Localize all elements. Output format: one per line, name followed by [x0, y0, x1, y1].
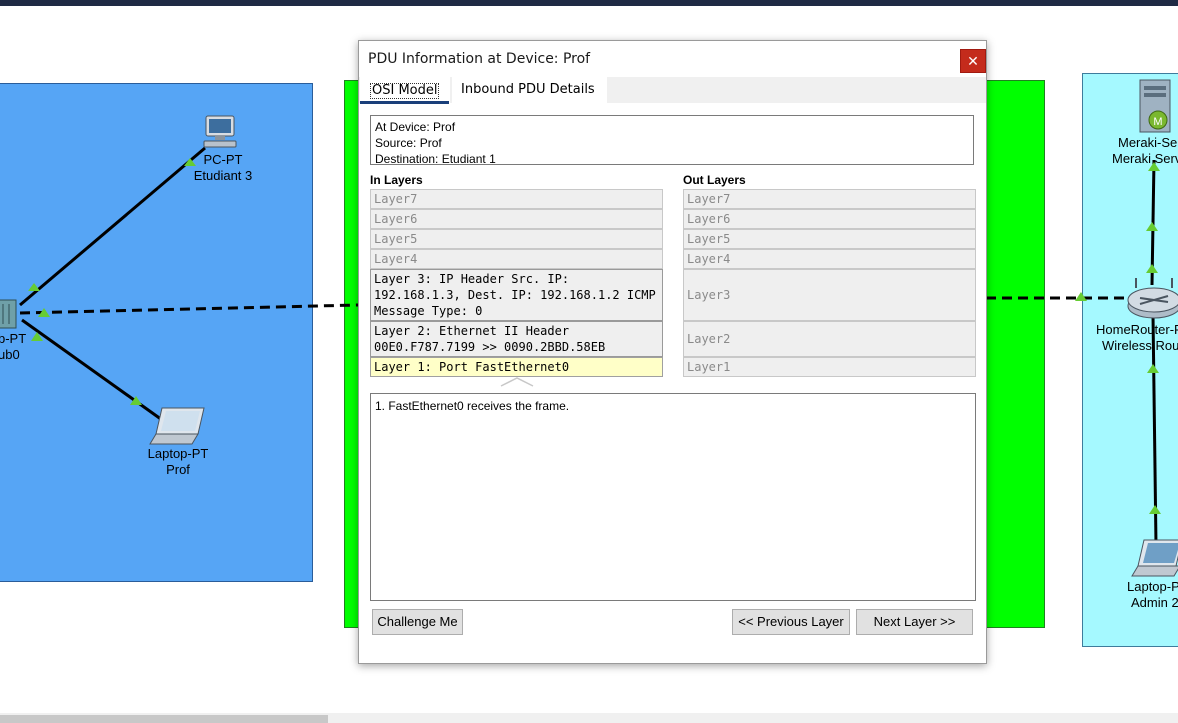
hub-icon[interactable]	[0, 298, 20, 330]
pdu-information-dialog[interactable]: PDU Information at Device: Prof ✕ OSI Mo…	[358, 40, 987, 664]
link-indicator	[1149, 505, 1161, 514]
hub-label: b-PT ub0	[0, 331, 27, 362]
out-layer-7[interactable]: Layer7	[683, 189, 976, 209]
out-layer-2[interactable]: Layer2	[683, 321, 976, 357]
out-layer-3[interactable]: Layer3	[683, 269, 976, 321]
previous-layer-button[interactable]: << Previous Layer	[732, 609, 850, 635]
link-indicator	[28, 283, 40, 291]
close-button[interactable]: ✕	[960, 49, 986, 73]
meraki-server-label: Meraki-Se Meraki Serv	[1112, 135, 1178, 166]
source-text: Source: Prof	[375, 136, 442, 150]
pc-icon[interactable]	[200, 114, 240, 150]
link-indicator	[1147, 364, 1159, 373]
in-layer-4[interactable]: Layer4	[370, 249, 663, 269]
link-hub-etudiant3	[19, 146, 206, 307]
caret-up-icon	[500, 377, 534, 387]
link-hub-dashed	[19, 303, 359, 315]
in-layer-7[interactable]: Layer7	[370, 189, 663, 209]
challenge-me-button[interactable]: Challenge Me	[372, 609, 463, 635]
close-icon: ✕	[967, 53, 979, 69]
at-device-text: At Device: Prof	[375, 120, 456, 134]
link-hub-laptop-prof	[21, 318, 166, 424]
link-indicator	[1146, 264, 1158, 273]
horizontal-scrollbar-thumb[interactable]	[0, 715, 328, 723]
tab-osi-model-label[interactable]: OSI Model	[370, 83, 440, 99]
link-indicator	[1146, 222, 1158, 231]
in-layer-5[interactable]: Layer5	[370, 229, 663, 249]
laptop-icon[interactable]	[148, 406, 206, 446]
router-icon[interactable]	[1126, 276, 1178, 322]
in-layer-1[interactable]: Layer 1: Port FastEthernet0	[370, 357, 663, 377]
next-layer-button[interactable]: Next Layer >>	[856, 609, 973, 635]
out-layer-1[interactable]: Layer1	[683, 357, 976, 377]
out-layer-6[interactable]: Layer6	[683, 209, 976, 229]
laptop-admin-label: Laptop-P Admin 2	[1127, 579, 1178, 610]
layer-description-text: 1. FastEthernet0 receives the frame.	[375, 399, 570, 413]
pc-etudiant3-label: PC-PT Etudiant 3	[193, 152, 253, 183]
in-layer-2[interactable]: Layer 2: Ethernet II Header 00E0.F787.71…	[370, 321, 663, 357]
in-layers-heading: In Layers	[370, 173, 423, 187]
out-layer-5[interactable]: Layer5	[683, 229, 976, 249]
in-layer-3[interactable]: Layer 3: IP Header Src. IP: 192.168.1.3,…	[370, 269, 663, 321]
dialog-title: PDU Information at Device: Prof	[368, 51, 591, 67]
pdu-info-box: At Device: Prof Source: Prof Destination…	[370, 115, 974, 166]
meraki-badge: M	[1153, 116, 1163, 128]
out-layer-4[interactable]: Layer4	[683, 249, 976, 269]
laptop-icon[interactable]	[1130, 538, 1178, 578]
active-tab-indicator	[360, 101, 449, 104]
home-router-label: HomeRouter-P Wireless Rou	[1096, 322, 1178, 353]
destination-text: Destination: Etudiant 1	[375, 152, 496, 166]
out-layers-heading: Out Layers	[683, 173, 746, 187]
laptop-prof-label: Laptop-PT Prof	[147, 446, 209, 477]
layer-description-box: 1. FastEthernet0 receives the frame.	[370, 393, 976, 601]
in-layer-6[interactable]: Layer6	[370, 209, 663, 229]
tab-inbound-pdu-details-label[interactable]: Inbound PDU Details	[461, 83, 595, 97]
